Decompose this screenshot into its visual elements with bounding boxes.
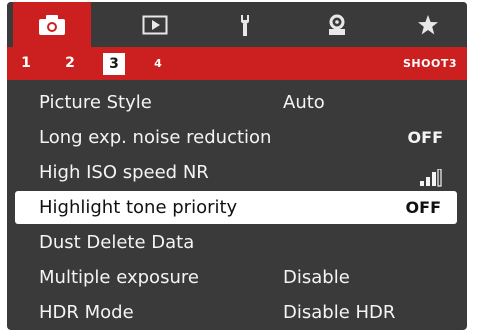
tab-custom-functions[interactable] [297, 2, 377, 47]
custom-function-icon [329, 14, 345, 35]
menu-item-label: HDR Mode [39, 302, 134, 323]
menu-item-long-exp-noise-reduction[interactable]: Long exp. noise reduction OFF [7, 121, 467, 154]
menu-item-value: Disable HDR [283, 302, 396, 323]
camera-menu-screen: 1 2 3 4 SHOOT3 Picture Style Auto Long e… [7, 2, 467, 330]
menu-item-label: High ISO speed NR [39, 162, 209, 183]
section-label: SHOOT3 [403, 57, 457, 70]
menu-item-label: Picture Style [39, 92, 152, 113]
menu-item-hdr-mode[interactable]: HDR Mode Disable HDR [7, 296, 467, 329]
menu-item-label: Long exp. noise reduction [39, 127, 272, 148]
menu-list: Picture Style Auto Long exp. noise reduc… [7, 86, 467, 330]
menu-item-value: OFF [405, 198, 441, 217]
menu-item-dust-delete-data[interactable]: Dust Delete Data [7, 226, 467, 259]
tab-setup[interactable] [205, 2, 285, 47]
tab-my-menu[interactable] [389, 2, 467, 47]
tab-shooting[interactable] [13, 2, 91, 47]
camera-icon [39, 14, 65, 35]
menu-item-value: Disable [283, 267, 350, 288]
page-tab-2[interactable]: 2 [59, 47, 81, 80]
page-tab-4[interactable]: 4 [147, 47, 169, 80]
menu-item-highlight-tone-priority[interactable]: Highlight tone priority OFF [15, 191, 457, 224]
menu-tab-bar [7, 2, 467, 47]
menu-item-value: Auto [283, 92, 325, 113]
menu-item-multiple-exposure[interactable]: Multiple exposure Disable [7, 261, 467, 294]
page-tab-3[interactable]: 3 [103, 53, 125, 75]
menu-item-picture-style[interactable]: Picture Style Auto [7, 86, 467, 119]
star-icon [418, 14, 438, 34]
wrench-icon [241, 14, 249, 36]
playback-icon [142, 15, 168, 34]
menu-item-high-iso-speed-nr[interactable]: High ISO speed NR [7, 156, 467, 189]
menu-item-label: Highlight tone priority [39, 197, 238, 218]
menu-item-label: Dust Delete Data [39, 232, 195, 253]
page-tab-1[interactable]: 1 [15, 47, 37, 80]
menu-page-bar: 1 2 3 4 SHOOT3 [7, 47, 467, 80]
menu-item-label: Multiple exposure [39, 267, 199, 288]
menu-item-value: OFF [407, 128, 443, 147]
tab-playback[interactable] [115, 2, 195, 47]
